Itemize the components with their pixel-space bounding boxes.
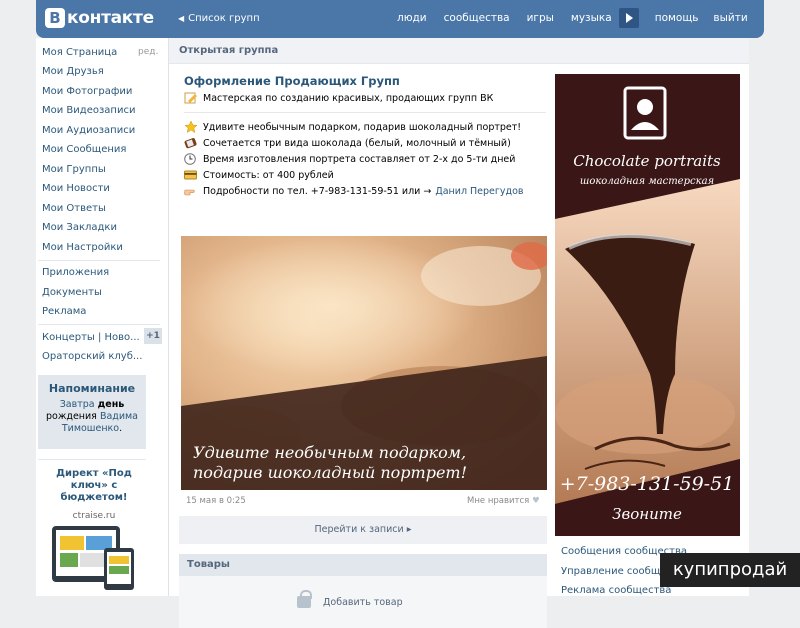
pointing-hand-icon	[184, 185, 198, 197]
post-subtitle: Мастерская по созданию красивых, продающ…	[203, 92, 494, 104]
community-banner[interactable]: Chocolate portraits шоколадная мастерска…	[555, 74, 740, 536]
nav-logout[interactable]: выйти	[713, 12, 747, 28]
watermark: купипродай	[660, 553, 800, 587]
post-line-text: Подробности по тел. +7-983-131-59-51 или…	[203, 185, 432, 197]
post-group-name[interactable]: Оформление Продающих Групп	[184, 74, 400, 88]
post-line-text: Удивите необычным подарком, подарив шоко…	[203, 121, 522, 133]
ad-devices-image[interactable]	[50, 526, 138, 590]
reminder-day: день	[97, 399, 125, 410]
sidebar-item-bookmarks[interactable]: Мои Закладки	[42, 222, 117, 233]
banner-phone: +7-983-131-59-51	[560, 473, 735, 495]
sidebar-divider	[38, 260, 160, 261]
nav-music[interactable]: музыка	[571, 12, 612, 28]
add-goods-label: Добавить товар	[323, 596, 403, 608]
post-date[interactable]: 15 мая в 0:25	[186, 496, 246, 506]
sidebar-item-audio[interactable]: Мои Аудиозаписи	[42, 125, 135, 136]
nav-games[interactable]: игры	[527, 12, 554, 28]
ad-title[interactable]: Директ «Под ключ» с бюджетом!	[42, 468, 146, 504]
sidebar-item-friends[interactable]: Мои Друзья	[42, 66, 104, 77]
top-bar: В контакте ◀ Список групп люди сообщества…	[36, 0, 764, 38]
post-line-text: Время изготовления портрета составляет о…	[203, 153, 516, 165]
banner-image: Chocolate portraits шоколадная мастерска…	[555, 74, 740, 536]
sidebar-group-orators[interactable]: Ораторский клуб...	[42, 351, 142, 362]
section-header: Открытая группа	[169, 38, 749, 64]
sidebar-item-groups[interactable]: Мои Группы	[42, 164, 106, 175]
sidebar-item-ads[interactable]: Реклама	[42, 306, 86, 317]
add-goods-button[interactable]: Добавить товар	[297, 590, 403, 608]
post-line: Подробности по тел. +7-983-131-59-51 или…	[184, 185, 524, 197]
breadcrumb[interactable]: ◀ Список групп	[178, 13, 260, 24]
sidebar-item-settings[interactable]: Мои Настройки	[42, 242, 123, 253]
photo-caption-line-1: Удивите необычным подарком,	[193, 443, 466, 462]
sidebar-item-apps[interactable]: Приложения	[42, 267, 109, 278]
sidebar-divider	[38, 324, 160, 325]
community-ads-link[interactable]: Реклама сообщества	[561, 585, 671, 596]
goods-block: Добавить товар	[179, 576, 547, 628]
sidebar-group-concerts[interactable]: Концерты | Ново...	[42, 332, 140, 343]
breadcrumb-label: Список групп	[188, 13, 260, 24]
clock-icon	[184, 153, 198, 165]
sidebar-item-news[interactable]: Мои Новости	[42, 183, 110, 194]
nav-help[interactable]: помощь	[655, 12, 699, 28]
play-icon[interactable]	[618, 8, 639, 28]
nav-communities[interactable]: сообщества	[444, 12, 510, 28]
sidebar-item-docs[interactable]: Документы	[42, 287, 102, 298]
post-line-text: Стоимость: от 400 рублей	[203, 169, 334, 181]
reminder-when: Завтра	[59, 399, 95, 410]
sidebar-item-my-page[interactable]: Моя Страница	[42, 47, 117, 58]
sidebar-item-photos[interactable]: Мои Фотографии	[42, 86, 132, 97]
goto-post-label: Перейти к записи	[314, 524, 404, 535]
nav-people[interactable]: люди	[397, 12, 427, 28]
top-nav: люди сообщества игры музыка помощь выйти	[397, 8, 748, 28]
vk-logo[interactable]: В контакте	[45, 8, 154, 28]
reminder-birthday: рождения	[45, 411, 97, 422]
vk-logo-icon: В	[45, 8, 65, 28]
banner-subtitle: шоколадная мастерская	[580, 176, 714, 187]
reminder-period: .	[119, 423, 123, 434]
chocolate-icon	[184, 137, 198, 149]
banner-cta: Звоните	[612, 505, 682, 523]
heart-icon: ♥	[531, 496, 540, 506]
post-line: Стоимость: от 400 рублей	[184, 169, 334, 181]
birthday-reminder: Напоминание Завтра день рождения Вадима …	[38, 375, 146, 449]
contact-link[interactable]: Данил Перегудов	[435, 186, 523, 197]
post-line: Сочетается три вида шоколада (белый, мол…	[184, 137, 511, 149]
post-line: Время изготовления портрета составляет о…	[184, 153, 515, 165]
left-sidebar: ред. Моя Страница Мои Друзья Мои Фотогра…	[36, 38, 168, 596]
like-button[interactable]: Мне нравится ♥	[467, 496, 540, 506]
post-line: Удивите необычным подарком, подарив шоко…	[184, 120, 522, 134]
goto-post-button[interactable]: Перейти к записи ▸	[179, 516, 547, 544]
photo-caption-line-2: подарив шоколадный портрет!	[193, 463, 467, 482]
sidebar-item-messages[interactable]: Мои Сообщения	[42, 144, 126, 155]
vk-logo-text: контакте	[67, 8, 154, 28]
groups-count-badge[interactable]: +1	[144, 328, 162, 344]
post-separator	[184, 112, 546, 113]
post-line-text: Сочетается три вида шоколада (белый, мол…	[203, 137, 511, 149]
credit-card-icon	[184, 169, 198, 181]
like-label: Мне нравится	[467, 496, 530, 506]
edit-link[interactable]: ред.	[138, 47, 158, 57]
star-icon	[184, 120, 198, 134]
lock-icon	[297, 590, 312, 608]
sidebar-item-videos[interactable]: Мои Видеозаписи	[42, 105, 135, 116]
main-content: Открытая группа Оформление Продающих Гру…	[168, 38, 749, 628]
chevron-right-icon: ▸	[406, 524, 412, 535]
banner-title: Chocolate portraits	[573, 152, 721, 170]
chocolate-photo-image: Удивите необычным подарком, подарив шоко…	[181, 236, 547, 490]
chevron-left-icon: ◀	[178, 14, 185, 23]
ad-url: ctraise.ru	[72, 511, 116, 521]
sidebar-item-answers[interactable]: Мои Ответы	[42, 203, 106, 214]
sidebar-ad[interactable]: Директ «Под ключ» с бюджетом! ctraise.ru	[42, 468, 146, 522]
reminder-title: Напоминание	[48, 382, 136, 395]
post-subtitle-line: Мастерская по созданию красивых, продающ…	[184, 92, 493, 104]
goods-header: Товары	[179, 554, 547, 576]
pencil-note-icon	[184, 92, 198, 104]
sidebar-divider	[38, 459, 146, 460]
post-photo[interactable]: Удивите необычным подарком, подарив шоко…	[181, 236, 547, 490]
